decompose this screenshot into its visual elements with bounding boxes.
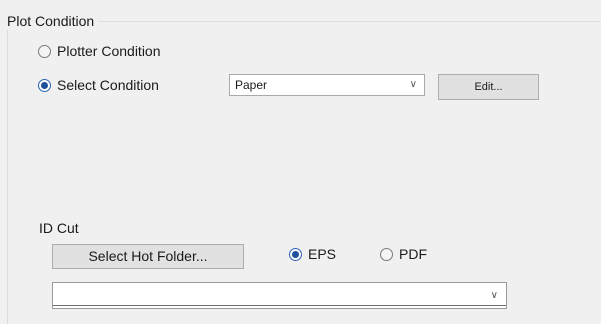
chevron-down-icon[interactable]: ∨	[491, 290, 498, 301]
chevron-down-icon: ∨	[409, 79, 417, 90]
hot-folder-path-field[interactable]: ∨	[52, 282, 507, 309]
select-hot-folder-button[interactable]: Select Hot Folder...	[52, 244, 244, 269]
plot-condition-group	[7, 21, 601, 324]
pdf-radio[interactable]: PDF	[380, 245, 427, 263]
pdf-label: PDF	[399, 246, 427, 262]
condition-select-value: Paper	[235, 78, 268, 92]
plotter-condition-label: Plotter Condition	[57, 43, 161, 59]
pdf-radio-circle[interactable]	[380, 247, 393, 261]
select-condition-radio-circle[interactable]	[38, 78, 51, 92]
condition-select[interactable]: Paper ∨	[229, 74, 425, 96]
plot-condition-title: Plot Condition	[7, 12, 99, 30]
eps-radio[interactable]: EPS	[289, 245, 336, 263]
eps-radio-circle[interactable]	[289, 247, 302, 261]
id-cut-title: ID Cut	[39, 220, 79, 236]
plotter-condition-radio-circle[interactable]	[38, 44, 51, 58]
select-condition-label: Select Condition	[57, 77, 159, 93]
eps-label: EPS	[308, 246, 337, 262]
plotter-condition-radio[interactable]: Plotter Condition	[38, 42, 161, 60]
path-field-underline	[53, 305, 506, 306]
edit-button[interactable]: Edit...	[438, 74, 539, 100]
select-condition-radio[interactable]: Select Condition	[38, 76, 159, 94]
